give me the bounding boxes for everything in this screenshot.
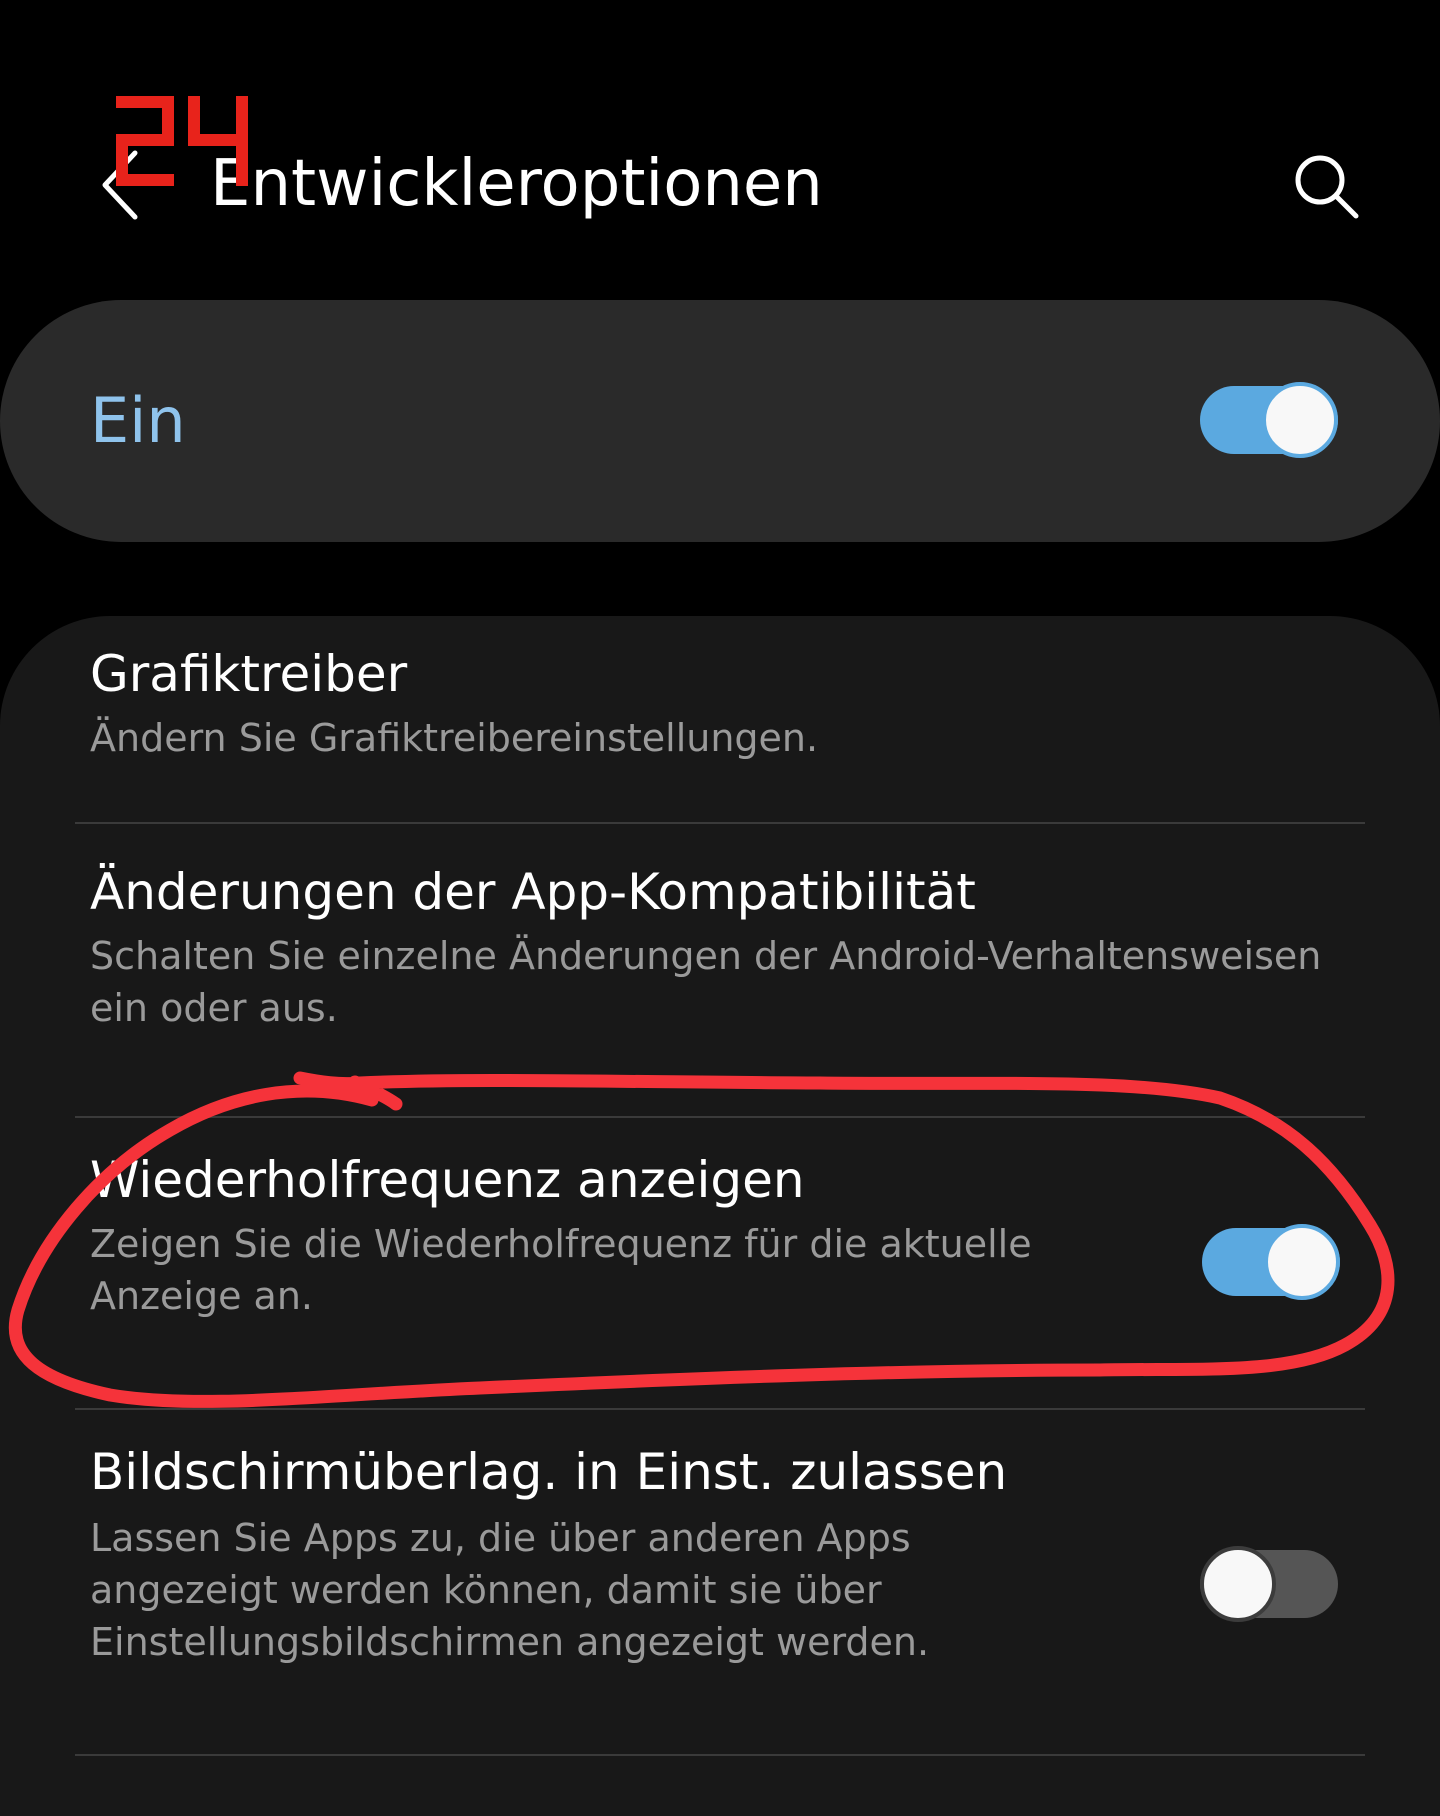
master-toggle[interactable] [1200, 382, 1338, 458]
setting-summary: Lassen Sie Apps zu, die über anderen App… [90, 1516, 930, 1664]
refresh-rate-toggle[interactable] [1202, 1224, 1340, 1300]
setting-title: Bildschirmüberlag. in Einst. zulassen [90, 1443, 1008, 1501]
setting-app-compatibility[interactable]: Änderungen der App-Kompatibilität Schalt… [0, 824, 1440, 1112]
setting-title: Grafiktreiber [90, 645, 408, 703]
setting-title: Wiederholfrequenz anzeigen [90, 1151, 805, 1209]
developer-options-master-switch[interactable]: Ein [0, 300, 1440, 542]
toggle-thumb [1262, 382, 1338, 458]
setting-allow-screen-overlays[interactable]: Bildschirmüberlag. in Einst. zulassen La… [0, 1410, 1440, 1760]
toggle-thumb [1264, 1224, 1340, 1300]
toggle-thumb [1200, 1546, 1276, 1622]
screen-overlay-toggle[interactable] [1200, 1546, 1338, 1622]
setting-summary: Ändern Sie Grafiktreibereinstellungen. [90, 716, 819, 760]
app-bar: Entwickleroptionen [0, 0, 1440, 300]
page-title: Entwickleroptionen [210, 147, 823, 221]
search-icon [1295, 155, 1359, 219]
master-switch-label: Ein [90, 384, 186, 457]
settings-list: Grafiktreiber Ändern Sie Grafiktreiberei… [0, 616, 1440, 1816]
divider [75, 1754, 1365, 1756]
watermark-logo [116, 96, 248, 186]
setting-summary: Zeigen Sie die Wiederholfrequenz für die… [90, 1222, 1032, 1318]
search-button[interactable] [1276, 136, 1376, 236]
setting-summary: Schalten Sie einzelne Änderungen der And… [90, 934, 1322, 1030]
setting-title: Änderungen der App-Kompatibilität [90, 863, 976, 921]
setting-show-refresh-rate[interactable]: Wiederholfrequenz anzeigen Zeigen Sie di… [0, 1118, 1440, 1408]
setting-graphics-driver[interactable]: Grafiktreiber Ändern Sie Grafiktreiberei… [0, 616, 1440, 822]
